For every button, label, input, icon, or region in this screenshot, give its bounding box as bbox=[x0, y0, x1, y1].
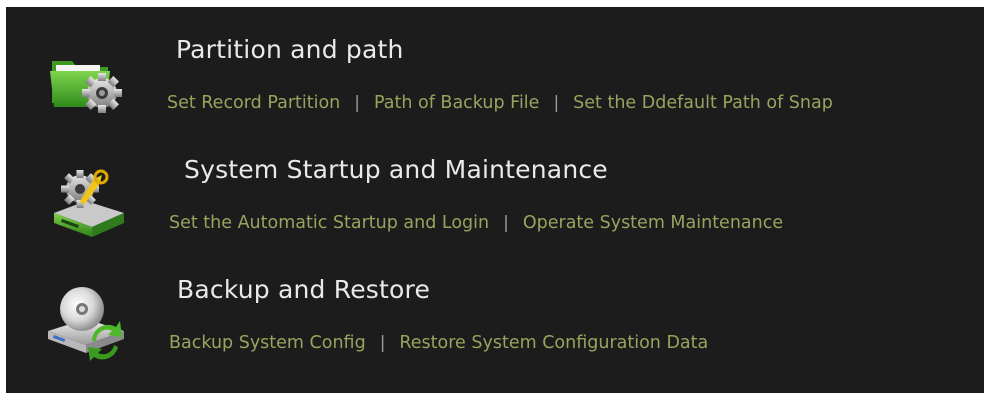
section-system-startup-and-maintenance: System Startup and Maintenance Set the A… bbox=[6, 155, 984, 265]
section-title: Partition and path bbox=[176, 35, 404, 64]
folder-gear-icon bbox=[46, 41, 126, 121]
link-separator: | bbox=[553, 93, 560, 113]
set-default-path-of-snap-link[interactable]: Set the Ddefault Path of Snap bbox=[573, 92, 833, 114]
maintenance-tools-icon bbox=[46, 161, 126, 241]
settings-panel: Partition and path Set Record Partition … bbox=[6, 7, 984, 393]
section-title: System Startup and Maintenance bbox=[184, 155, 608, 184]
link-separator: | bbox=[379, 333, 386, 353]
section-links: Set Record Partition | Path of Backup Fi… bbox=[167, 91, 833, 115]
path-of-backup-file-link[interactable]: Path of Backup File bbox=[374, 92, 539, 114]
restore-system-configuration-link[interactable]: Restore System Configuration Data bbox=[399, 332, 708, 354]
section-backup-and-restore: Backup and Restore Backup System Config … bbox=[6, 275, 984, 385]
section-links: Backup System Config | Restore System Co… bbox=[169, 331, 708, 355]
set-record-partition-link[interactable]: Set Record Partition bbox=[167, 92, 340, 114]
operate-system-maintenance-link[interactable]: Operate System Maintenance bbox=[523, 212, 783, 234]
link-separator: | bbox=[503, 213, 509, 233]
backup-restore-icon bbox=[46, 281, 126, 361]
section-title: Backup and Restore bbox=[177, 275, 431, 304]
section-partition-and-path: Partition and path Set Record Partition … bbox=[6, 35, 984, 145]
backup-system-config-link[interactable]: Backup System Config bbox=[169, 332, 366, 354]
set-automatic-startup-link[interactable]: Set the Automatic Startup and Login bbox=[169, 212, 489, 234]
section-links: Set the Automatic Startup and Login | Op… bbox=[169, 211, 783, 235]
link-separator: | bbox=[354, 93, 360, 113]
